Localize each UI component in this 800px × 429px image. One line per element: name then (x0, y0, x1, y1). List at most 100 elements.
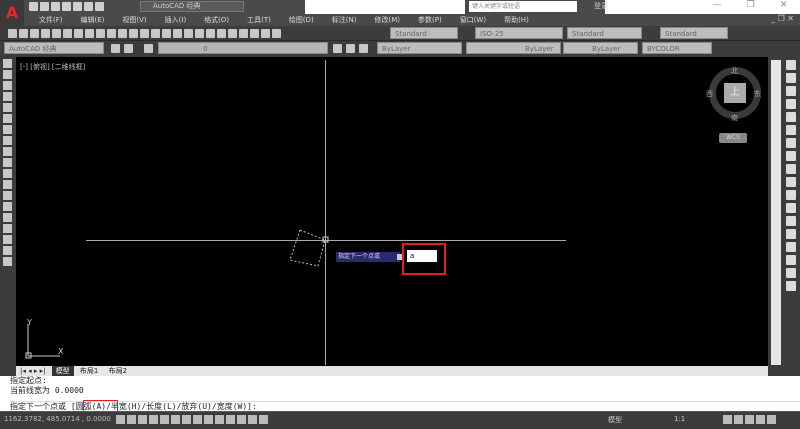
quick-properties-icon[interactable] (248, 415, 257, 424)
menu-tools[interactable]: 工具(T) (238, 14, 280, 26)
login-button[interactable]: 登录 (594, 1, 608, 11)
3d-osnap-icon[interactable] (182, 415, 191, 424)
erase-icon[interactable] (786, 60, 796, 70)
infer-constraints-icon[interactable] (116, 415, 125, 424)
move-icon[interactable] (786, 125, 796, 135)
zoom-realtime-icon[interactable] (172, 29, 182, 38)
copy-icon[interactable] (95, 29, 105, 38)
model-space-button[interactable]: 模型 (608, 415, 622, 425)
color-dropdown[interactable]: ByLayer (377, 42, 462, 54)
break-icon[interactable] (786, 216, 796, 226)
save-icon[interactable] (51, 2, 60, 11)
polygon-icon[interactable] (3, 92, 12, 101)
menu-dimension[interactable]: 标注(N) (323, 14, 366, 26)
menu-help[interactable]: 帮助(H) (495, 14, 538, 26)
drawing-canvas[interactable] (16, 57, 768, 366)
menu-insert[interactable]: 插入(I) (156, 14, 196, 26)
point-icon[interactable] (3, 202, 12, 211)
viewcube-north[interactable]: 北 (731, 66, 738, 76)
ortho-icon[interactable] (149, 415, 158, 424)
menu-view[interactable]: 视图(V) (113, 14, 155, 26)
ducs-icon[interactable] (204, 415, 213, 424)
properties-icon[interactable] (205, 29, 215, 38)
trim-icon[interactable] (786, 177, 796, 187)
menu-window[interactable]: 窗口(W) (451, 14, 495, 26)
arc-icon[interactable] (3, 114, 12, 123)
hardware-acceleration-icon[interactable] (745, 415, 754, 424)
rectangle-icon[interactable] (3, 103, 12, 112)
table-style-dropdown[interactable]: Standard (567, 27, 642, 39)
menu-format[interactable]: 格式(O) (195, 14, 238, 26)
menu-edit[interactable]: 编辑(E) (72, 14, 114, 26)
layer-previous-icon[interactable] (346, 44, 355, 53)
workspace-switching-icon[interactable] (723, 415, 732, 424)
menu-modify[interactable]: 修改(M) (365, 14, 409, 26)
calculator-icon[interactable] (260, 29, 270, 38)
match-properties-icon[interactable] (117, 29, 127, 38)
blend-icon[interactable] (786, 268, 796, 278)
menu-parameter[interactable]: 参数(P) (409, 14, 451, 26)
maximize-button[interactable]: ❐ (747, 0, 755, 14)
insert-block-icon[interactable] (3, 180, 12, 189)
ellipse-arc-icon[interactable] (3, 169, 12, 178)
redo-icon[interactable] (95, 2, 104, 11)
isolate-objects-icon[interactable] (756, 415, 765, 424)
polyline-icon[interactable] (3, 81, 12, 90)
annotation-scale[interactable]: 1:1 (674, 415, 685, 423)
toolbar-lock-icon[interactable] (734, 415, 743, 424)
sheet-set-icon[interactable] (238, 29, 248, 38)
circle-icon[interactable] (3, 125, 12, 134)
undo-icon[interactable] (139, 29, 149, 38)
markup-icon[interactable] (249, 29, 259, 38)
tab-layout1[interactable]: 布局1 (76, 366, 102, 376)
clean-screen-icon[interactable] (767, 415, 776, 424)
join-icon[interactable] (786, 229, 796, 239)
tool-palettes-icon[interactable] (227, 29, 237, 38)
construction-line-icon[interactable] (3, 70, 12, 79)
lineweight-dropdown[interactable]: ByLayer (563, 42, 638, 54)
spline-icon[interactable] (3, 147, 12, 156)
workspace-combo[interactable]: AutoCAD 经典 (4, 42, 104, 54)
linetype-dropdown[interactable]: ByLayer (466, 42, 561, 54)
gradient-icon[interactable] (3, 224, 12, 233)
lineweight-toggle-icon[interactable] (226, 415, 235, 424)
osnap-icon[interactable] (171, 415, 180, 424)
preview-icon[interactable] (51, 29, 61, 38)
explode-icon[interactable] (786, 281, 796, 291)
coordinate-readout[interactable]: 1162.3782, 485.0714 , 0.0000 (4, 415, 111, 423)
scale-icon[interactable] (786, 151, 796, 161)
zoom-window-icon[interactable] (183, 29, 193, 38)
layer-state-icon[interactable] (359, 44, 368, 53)
layer-manager-icon[interactable] (144, 44, 153, 53)
close-button[interactable]: ✕ (780, 0, 788, 14)
mirror-icon[interactable] (786, 86, 796, 96)
viewcube-top[interactable]: 上 (724, 83, 746, 103)
layer-dropdown[interactable]: 0 (158, 42, 328, 54)
save-icon[interactable] (29, 29, 39, 38)
saveas-icon[interactable] (62, 2, 71, 11)
search-input[interactable]: 键入关键字或短语 (469, 1, 577, 12)
viewcube-west[interactable]: 西 (706, 89, 713, 99)
mtext-icon[interactable] (3, 257, 12, 266)
workspace-dropdown[interactable]: AutoCAD 经典 (140, 1, 244, 12)
extend-icon[interactable] (786, 190, 796, 200)
plot-icon[interactable] (40, 29, 50, 38)
open-icon[interactable] (18, 29, 28, 38)
pan-icon[interactable] (161, 29, 171, 38)
hatch-icon[interactable] (3, 213, 12, 222)
chamfer-icon[interactable] (786, 242, 796, 252)
viewcube-south[interactable]: 南 (731, 113, 738, 123)
new-icon[interactable] (29, 2, 38, 11)
open-icon[interactable] (40, 2, 49, 11)
block-editor-icon[interactable] (128, 29, 138, 38)
plotstyle-dropdown[interactable]: BYCOLOR (642, 42, 712, 54)
mleader-style-dropdown[interactable]: Standard (660, 27, 728, 39)
tab-layout2[interactable]: 布局2 (105, 366, 131, 376)
fillet-icon[interactable] (786, 255, 796, 265)
redo-icon[interactable] (150, 29, 160, 38)
region-icon[interactable] (3, 235, 12, 244)
copy-object-icon[interactable] (786, 73, 796, 83)
command-window[interactable]: 指定起点: 当前线宽为 0.0000 指定下一个点或 [圆弧(A)/半宽(H)/… (0, 376, 800, 411)
otrack-icon[interactable] (193, 415, 202, 424)
wcs-menu[interactable]: WCS (719, 133, 747, 143)
